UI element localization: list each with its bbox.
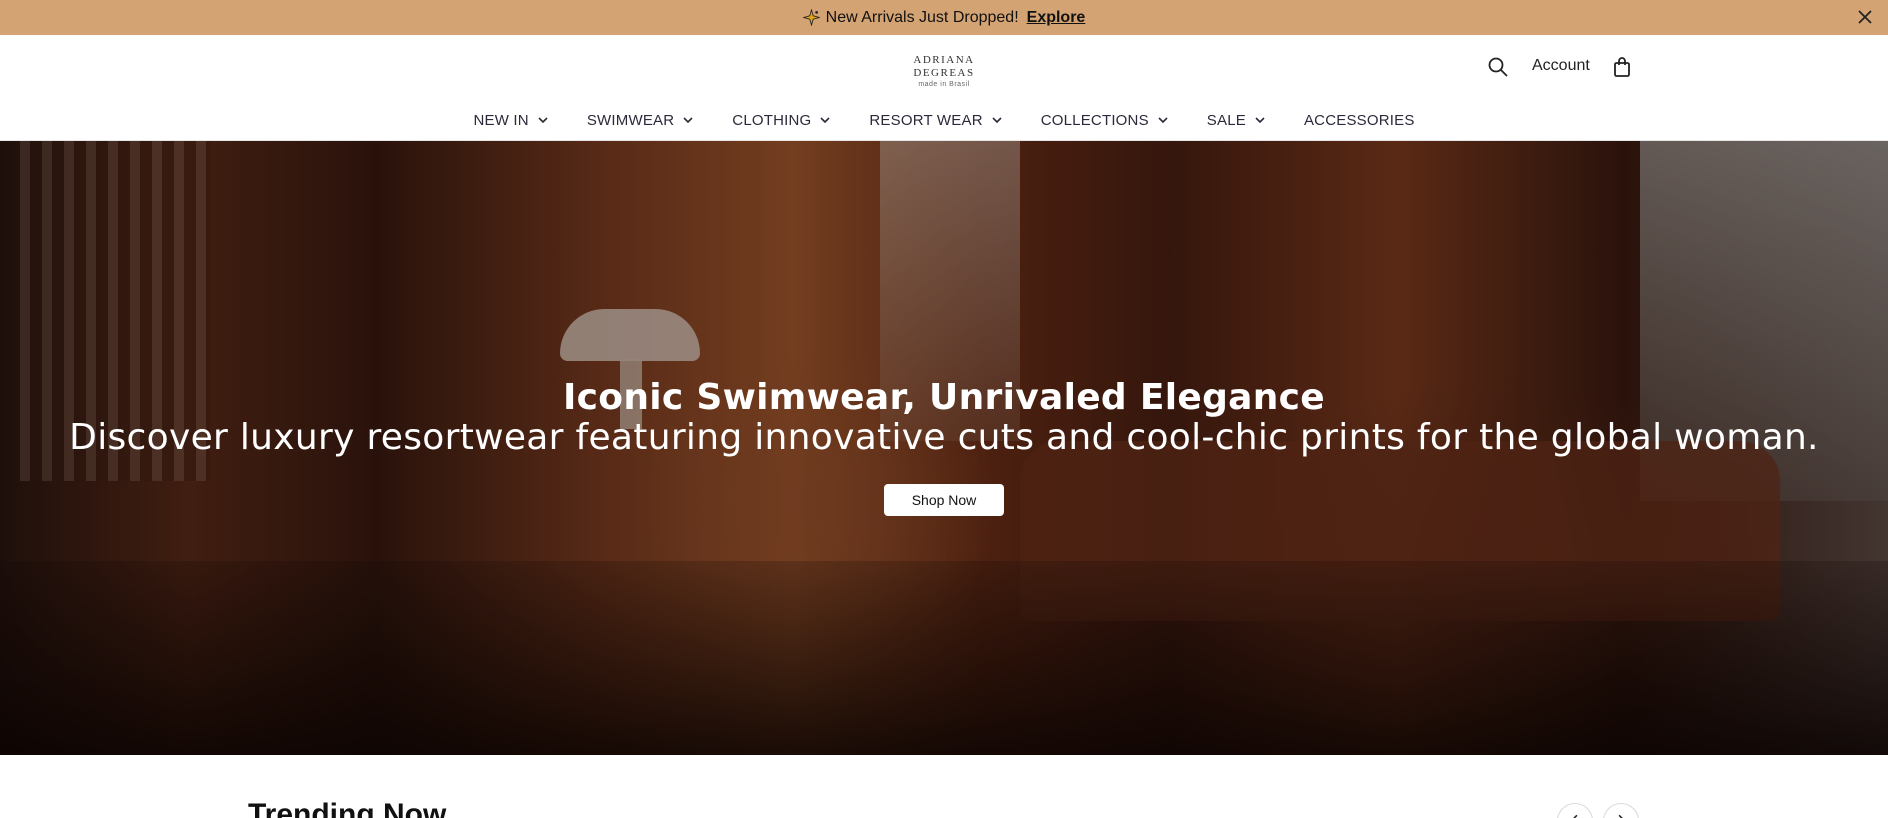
nav-item-label: NEW IN <box>473 111 529 129</box>
nav-item-accessories[interactable]: ACCESSORIES <box>1304 112 1415 129</box>
nav-item-clothing[interactable]: CLOTHING <box>732 112 831 129</box>
search-icon[interactable] <box>1487 56 1509 78</box>
logo-brand: ADRIANA DEGREAS <box>913 54 975 79</box>
nav-item-sale[interactable]: SALE <box>1207 112 1266 129</box>
hero-title: Iconic Swimwear, Unrivaled Elegance <box>562 377 1326 418</box>
chevron-down-icon <box>538 117 548 124</box>
shopping-bag-icon[interactable] <box>1612 56 1632 78</box>
nav-item-label: SALE <box>1206 111 1246 129</box>
nav-item-label: SWIMWEAR <box>586 111 675 129</box>
carousel-prev-button[interactable] <box>1557 803 1593 818</box>
nav-item-collections[interactable]: COLLECTIONS <box>1041 112 1169 129</box>
chevron-down-icon <box>1255 117 1265 124</box>
nav-item-label: COLLECTIONS <box>1040 111 1149 129</box>
announcement-bar: New Arrivals Just Dropped! Explore <box>0 0 1888 35</box>
sparkle-icon <box>802 9 820 26</box>
chevron-right-icon <box>1618 814 1623 818</box>
close-icon[interactable] <box>1856 8 1874 26</box>
hero-content: Iconic Swimwear, Unrivaled Elegance Disc… <box>0 141 1888 755</box>
chevron-down-icon <box>820 117 830 124</box>
chevron-down-icon <box>683 117 693 124</box>
hero-subtitle: Discover luxury resortwear featuring inn… <box>69 417 1819 458</box>
logo-tagline: made in Brasil <box>918 81 970 88</box>
announcement-message: New Arrivals Just Dropped! <box>825 8 1019 26</box>
hero-banner: Iconic Swimwear, Unrivaled Elegance Disc… <box>0 141 1888 755</box>
main-nav: NEW IN SWIMWEAR CLOTHING RESORT WEAR COL… <box>0 105 1888 135</box>
trending-title: Trending Now <box>248 798 447 818</box>
nav-item-new-in[interactable]: NEW IN <box>473 112 548 129</box>
account-link[interactable]: Account <box>1532 57 1590 75</box>
nav-item-resort-wear[interactable]: RESORT WEAR <box>869 112 1002 129</box>
chevron-down-icon <box>1158 117 1168 124</box>
site-header: ADRIANA DEGREAS made in Brasil Account N… <box>0 35 1888 141</box>
nav-item-swimwear[interactable]: SWIMWEAR <box>587 112 694 129</box>
chevron-down-icon <box>992 117 1002 124</box>
nav-item-label: RESORT WEAR <box>869 111 983 129</box>
site-logo[interactable]: ADRIANA DEGREAS made in Brasil <box>890 54 998 88</box>
chevron-left-icon <box>1573 814 1578 818</box>
carousel-next-button[interactable] <box>1603 803 1639 818</box>
shop-now-button[interactable]: Shop Now <box>884 484 1004 516</box>
explore-link[interactable]: Explore <box>1027 9 1086 27</box>
nav-item-label: ACCESSORIES <box>1303 111 1415 129</box>
nav-item-label: CLOTHING <box>732 111 812 129</box>
